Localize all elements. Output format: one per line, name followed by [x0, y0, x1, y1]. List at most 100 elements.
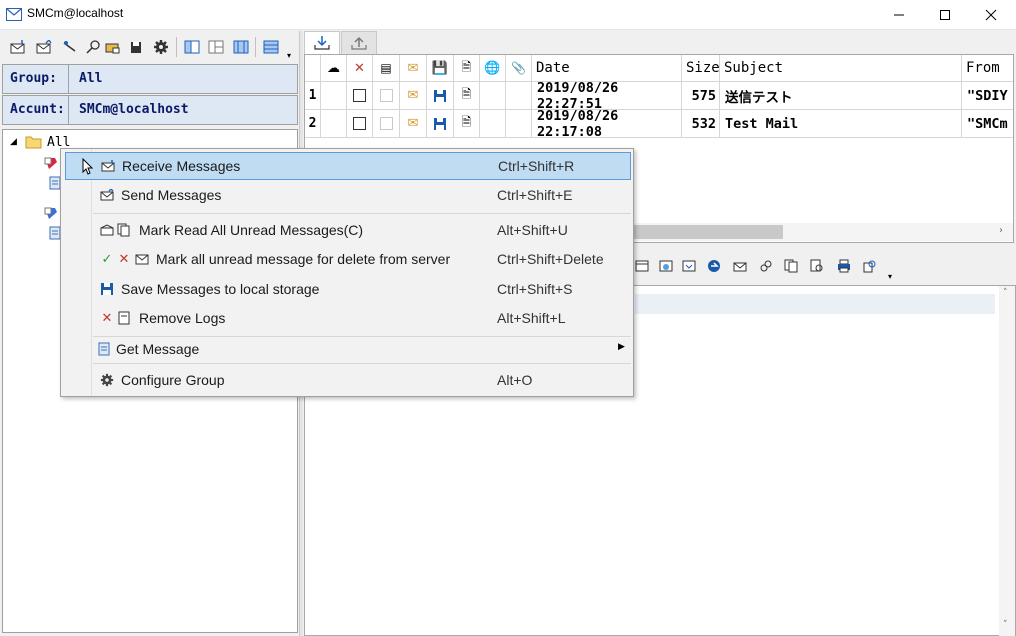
send-icon[interactable] — [35, 38, 53, 56]
layout-left-icon[interactable] — [183, 38, 201, 56]
minimize-icon — [894, 14, 904, 16]
send-mail-icon — [100, 188, 114, 202]
view-header-icon[interactable] — [634, 258, 650, 274]
mail-send-icon[interactable] — [732, 258, 748, 274]
toolbar-overflow-icon[interactable]: ▾ — [287, 51, 291, 60]
check-icon: ✓ — [101, 251, 113, 267]
inbox-tab[interactable] — [304, 31, 340, 54]
close-button[interactable] — [968, 0, 1014, 30]
account-label: Accunt: — [3, 96, 69, 124]
save-disk-icon[interactable] — [127, 38, 145, 56]
doc-check-icon: ▤ — [380, 61, 392, 75]
header-log[interactable]: 🗎 — [454, 55, 480, 82]
submenu-arrow-icon: ▶ — [618, 342, 625, 352]
menu-label: Receive Messages — [122, 158, 241, 174]
scroll-down-icon[interactable]: ˅ — [1003, 620, 1008, 630]
header-from[interactable]: From — [962, 55, 1013, 82]
subject-cell: Test Mail — [720, 110, 962, 138]
maximize-button[interactable] — [922, 0, 968, 30]
table-row[interactable]: 1 ✉ 🗎 2019/08/26 22:27:51 575 送信テスト "SDI… — [305, 80, 1013, 112]
wand-icon[interactable] — [61, 38, 79, 56]
header-mail[interactable]: ✉ — [400, 55, 427, 82]
row-number: 1 — [305, 82, 321, 110]
server-cell — [321, 110, 347, 138]
account-icon-2 — [44, 207, 57, 219]
scroll-right-icon[interactable]: › — [999, 225, 1003, 236]
size-cell: 532 — [682, 110, 720, 138]
header-date[interactable]: Date — [532, 55, 682, 82]
from-cell: "SDIY — [962, 82, 1013, 110]
menu-item-configure-group[interactable]: Configure Group Alt+O — [65, 367, 631, 395]
find-icon[interactable] — [809, 258, 825, 274]
view-html-icon[interactable] — [658, 258, 674, 274]
menu-item-receive-messages[interactable]: Receive Messages Ctrl+Shift+R — [65, 152, 631, 180]
size-cell: 575 — [682, 82, 720, 110]
receive-icon[interactable] — [9, 38, 27, 56]
header-size[interactable]: Size — [682, 55, 720, 82]
account-row[interactable]: Accunt: SMCm@localhost — [2, 95, 298, 125]
download-icon — [314, 36, 330, 50]
date-cell: 2019/08/26 22:17:08 — [532, 108, 682, 140]
menu-label: Configure Group — [121, 372, 225, 388]
search-icon[interactable] — [85, 38, 103, 56]
disk-icon: 💾 — [431, 60, 449, 76]
table-row[interactable]: 2 ✉ 🗎 2019/08/26 22:17:08 532 Test Mail … — [305, 108, 1013, 140]
menu-shortcut: Alt+Shift+L — [497, 310, 566, 326]
copy-icon[interactable] — [783, 258, 799, 274]
header-attach[interactable]: 📎 — [506, 55, 532, 82]
delete-checkbox[interactable] — [347, 110, 373, 138]
list-view-icon[interactable] — [262, 38, 280, 56]
menu-item-remove-logs[interactable]: ✕ Remove Logs Alt+Shift+L — [65, 305, 631, 333]
paperclip-icon: 📎 — [511, 61, 526, 75]
header-delete[interactable]: ✕ — [347, 55, 373, 82]
read-checkbox — [373, 82, 400, 110]
html-cell — [480, 110, 506, 138]
context-menu: Receive Messages Ctrl+Shift+R Send Messa… — [60, 148, 634, 397]
menu-item-send-messages[interactable]: Send Messages Ctrl+Shift+E — [65, 182, 631, 210]
header-saved[interactable]: 💾 — [427, 55, 454, 82]
envelope-icon: ✉ — [400, 82, 427, 110]
from-cell: "SMCm — [962, 110, 1013, 138]
menu-item-mark-read-all[interactable]: Mark Read All Unread Messages(C) Alt+Shi… — [65, 217, 631, 245]
outbox-tab[interactable] — [341, 31, 377, 54]
title-bar: SMCm@localhost — [0, 0, 1016, 30]
delete-checkbox[interactable] — [347, 82, 373, 110]
mouse-cursor-icon — [82, 158, 94, 175]
scroll-up-icon[interactable]: ˄ — [1003, 288, 1008, 298]
link-icon[interactable] — [758, 258, 774, 274]
view-source-icon[interactable] — [681, 258, 697, 274]
header-html[interactable]: 🌐 — [480, 55, 506, 82]
menu-separator — [93, 213, 631, 214]
group-value[interactable]: All — [71, 65, 102, 93]
group-row[interactable]: Group: All — [2, 64, 298, 94]
app-mail-icon — [6, 8, 22, 21]
folder-icon[interactable] — [104, 38, 122, 56]
menu-item-mark-unread-delete[interactable]: ✓ ✕ Mark all unread message for delete f… — [65, 246, 631, 274]
delete-x-icon: ✕ — [101, 310, 113, 326]
attach-cell — [506, 110, 532, 138]
layout-columns-icon[interactable] — [232, 38, 250, 56]
maximize-icon — [940, 10, 950, 20]
menu-label: Mark Read All Unread Messages(C) — [139, 222, 364, 238]
reply-arrow-icon[interactable] — [706, 258, 722, 274]
gear-icon[interactable] — [152, 38, 170, 56]
print-icon[interactable] — [836, 258, 852, 274]
left-toolbar: ▾ — [0, 31, 300, 63]
layout-split-icon[interactable] — [207, 38, 225, 56]
header-read[interactable]: ▤ — [373, 55, 400, 82]
mail-icon — [135, 252, 149, 266]
minimize-button[interactable] — [876, 0, 922, 30]
account-icon — [44, 157, 57, 169]
header-server[interactable]: ☁ — [321, 55, 347, 82]
header-subject[interactable]: Subject — [720, 55, 962, 82]
group-label: Group: — [3, 65, 69, 93]
menu-item-get-message[interactable]: Get Message ▶ — [65, 336, 631, 364]
zoom-icon[interactable] — [862, 258, 878, 274]
close-icon — [985, 9, 997, 21]
vertical-scrollbar[interactable]: ˄ ˅ — [999, 286, 1015, 636]
account-value[interactable]: SMCm@localhost — [71, 96, 189, 124]
menu-item-save-messages[interactable]: Save Messages to local storage Ctrl+Shif… — [65, 276, 631, 304]
tree-expand-icon[interactable]: ◢ — [10, 137, 17, 147]
viewer-toolbar-overflow-icon[interactable]: ▾ — [888, 272, 892, 281]
viewer-header-band — [635, 294, 995, 314]
